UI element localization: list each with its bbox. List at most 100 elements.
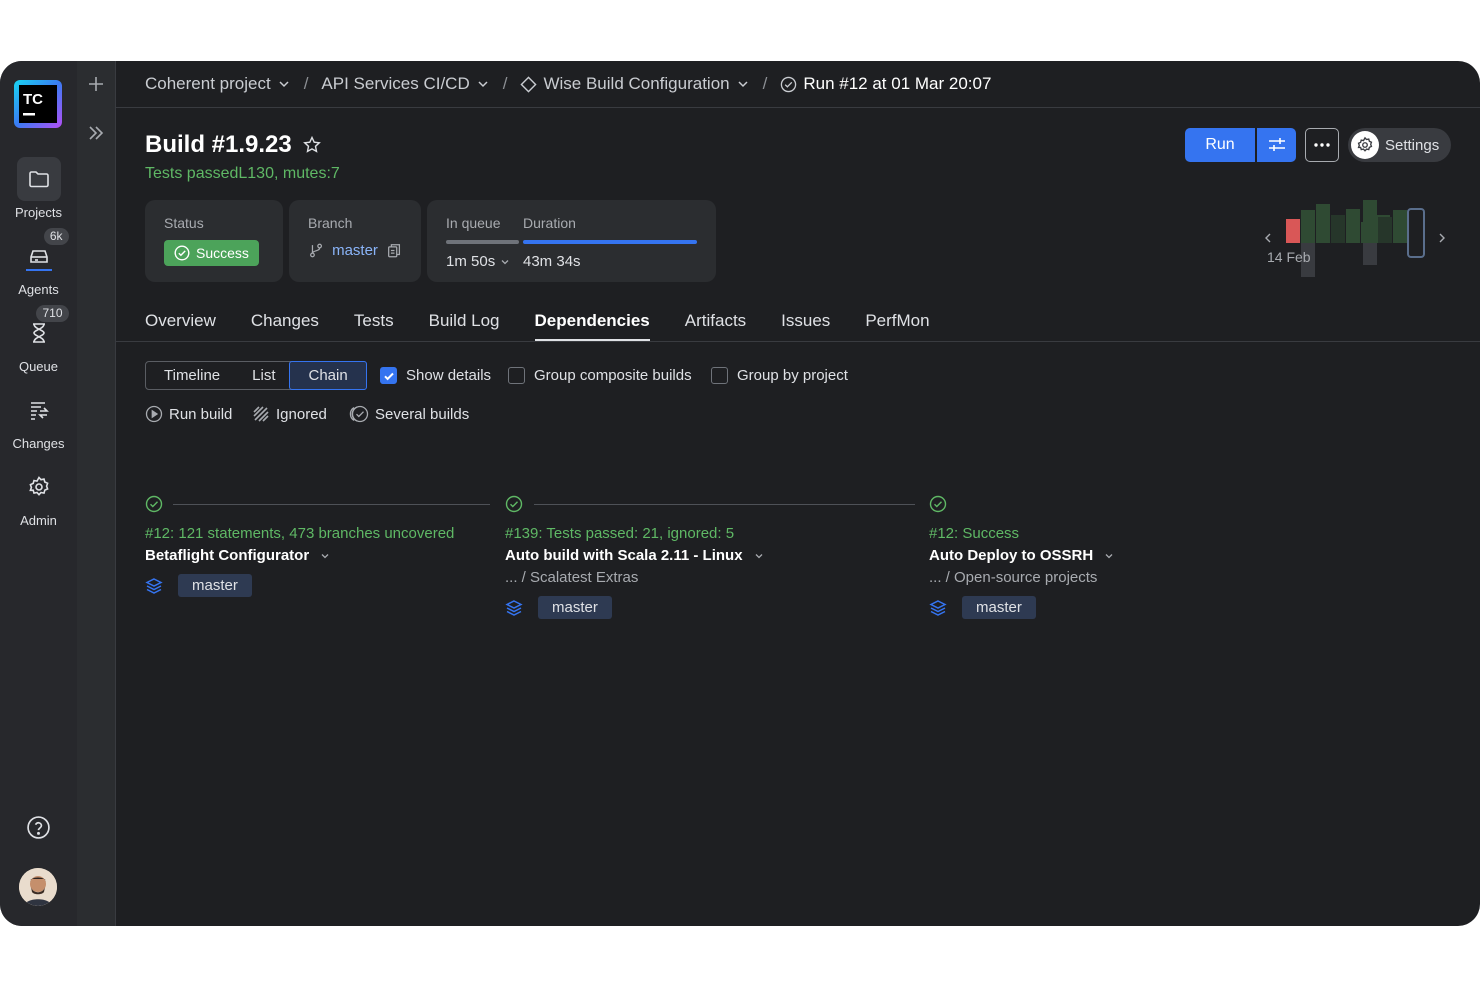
branch-icon xyxy=(310,243,323,258)
agents-badge: 6k xyxy=(43,228,69,245)
history-bar-current[interactable] xyxy=(1407,208,1425,258)
help-icon[interactable] xyxy=(26,815,51,845)
branch-chip[interactable]: master xyxy=(178,574,252,597)
layers-icon xyxy=(929,599,947,616)
build-summary[interactable]: Tests passedL130, mutes:7 xyxy=(145,165,340,183)
next-arrow-icon[interactable] xyxy=(1439,233,1445,243)
history-bar[interactable] xyxy=(1378,217,1392,243)
tab-overview[interactable]: Overview xyxy=(145,311,216,341)
run-options-button[interactable] xyxy=(1257,128,1296,162)
branch-chip[interactable]: master xyxy=(538,596,612,619)
chain-branch: master xyxy=(929,596,1036,619)
tab-dependencies[interactable]: Dependencies xyxy=(534,311,650,341)
history-date: 14 Feb xyxy=(1267,249,1311,265)
check-circle-icon xyxy=(174,245,190,261)
tab-issues[interactable]: Issues xyxy=(781,311,830,341)
expand-icon[interactable] xyxy=(87,124,105,147)
build-name-label: Auto Deploy to OSSRH xyxy=(929,547,1094,564)
chain-result[interactable]: #12: Success xyxy=(929,525,1019,542)
timing-card: In queue 1m 50s Duration 43m 34s xyxy=(427,200,716,282)
branch-chip[interactable]: master xyxy=(962,596,1036,619)
chain-build-name[interactable]: Auto build with Scala 2.11 - Linux xyxy=(505,547,765,564)
legend-label: Ignored xyxy=(276,405,327,423)
plus-icon[interactable] xyxy=(87,75,105,98)
gear-icon xyxy=(17,465,61,509)
chevron-down-icon xyxy=(478,81,488,88)
chain-build-path[interactable]: ... / Scalatest Extras xyxy=(505,569,638,586)
breadcrumb-subproject[interactable]: API Services CI/CD xyxy=(321,74,489,94)
chain-branch: master xyxy=(145,574,252,597)
rail-item-queue[interactable]: 710 Queue xyxy=(0,305,77,374)
chain-result[interactable]: #139: Tests passed: 21, ignored: 5 xyxy=(505,525,734,542)
teamcity-logo[interactable]: TC xyxy=(14,80,62,128)
settings-button[interactable]: Settings xyxy=(1348,128,1451,162)
more-button[interactable] xyxy=(1305,128,1339,162)
user-avatar[interactable] xyxy=(19,868,57,906)
history-bar-queue xyxy=(1363,243,1377,265)
breadcrumb-label: Coherent project xyxy=(145,74,271,93)
page-title: Build #1.9.23 xyxy=(145,131,322,159)
history-bar[interactable] xyxy=(1286,219,1300,243)
prev-arrow-icon[interactable] xyxy=(1265,233,1271,243)
star-icon[interactable] xyxy=(302,135,322,155)
show-details-checkbox[interactable]: Show details xyxy=(380,367,491,384)
queue-value[interactable]: 1m 50s xyxy=(446,253,519,270)
run-button[interactable]: Run xyxy=(1185,128,1255,162)
view-mode-switch: Timeline List Chain xyxy=(145,361,367,390)
mode-timeline[interactable]: Timeline xyxy=(146,362,238,389)
breadcrumb-build-config[interactable]: Wise Build Configuration xyxy=(520,74,749,94)
checkbox-unchecked[interactable] xyxy=(508,367,525,384)
rail-label: Agents xyxy=(18,282,59,297)
folder-icon xyxy=(16,157,61,201)
history-bar[interactable] xyxy=(1316,204,1330,243)
tab-changes[interactable]: Changes xyxy=(251,311,319,341)
check-circle-icon xyxy=(505,495,523,513)
legend-ignored: Ignored xyxy=(252,405,327,423)
rail-item-changes[interactable]: Changes xyxy=(0,388,77,451)
history-bar[interactable] xyxy=(1331,215,1345,243)
chain-build-name[interactable]: Auto Deploy to OSSRH xyxy=(929,547,1115,564)
stacked-check-icon xyxy=(349,405,369,423)
left-rail: TC Projects 6k Agents 710 Queue Changes … xyxy=(0,61,77,926)
breadcrumb-run[interactable]: Run #12 at 01 Mar 20:07 xyxy=(780,74,991,94)
rail-item-agents[interactable]: 6k Agents xyxy=(0,228,77,297)
ellipsis-icon xyxy=(1314,143,1330,147)
branch-value[interactable]: master xyxy=(308,242,402,259)
copy-icon[interactable] xyxy=(386,242,402,259)
gear-icon xyxy=(1351,131,1379,159)
chain-result[interactable]: #12: 121 statements, 473 branches uncove… xyxy=(145,525,454,542)
mode-list[interactable]: List xyxy=(238,362,289,389)
build-name-label: Auto build with Scala 2.11 - Linux xyxy=(505,547,743,564)
diamond-icon xyxy=(520,75,538,93)
breadcrumb-label: Wise Build Configuration xyxy=(543,74,730,93)
app-window: TC Projects 6k Agents 710 Queue Changes … xyxy=(0,61,1480,926)
tab-build-log[interactable]: Build Log xyxy=(429,311,500,341)
checkbox-checked[interactable] xyxy=(380,367,397,384)
build-title: Build #1.9.23 xyxy=(145,131,292,158)
checkbox-unchecked[interactable] xyxy=(711,367,728,384)
branch-label: Branch xyxy=(308,215,353,231)
tabs-divider xyxy=(116,341,1480,342)
check-circle-icon xyxy=(145,495,163,513)
mode-chain[interactable]: Chain xyxy=(289,361,367,390)
history-bar[interactable] xyxy=(1393,210,1407,243)
legend-label: Run build xyxy=(169,405,233,423)
rail-item-admin[interactable]: Admin xyxy=(0,465,77,528)
build-tabs: Overview Changes Tests Build Log Depende… xyxy=(145,311,930,341)
legend-several-builds: Several builds xyxy=(347,405,469,423)
history-bar[interactable] xyxy=(1363,200,1377,243)
tab-tests[interactable]: Tests xyxy=(354,311,394,341)
history-bar[interactable] xyxy=(1346,209,1360,243)
tab-artifacts[interactable]: Artifacts xyxy=(685,311,746,341)
breadcrumb-project[interactable]: Coherent project xyxy=(145,74,291,94)
svg-text:TC: TC xyxy=(23,91,43,108)
rail-item-projects[interactable]: Projects xyxy=(0,157,77,220)
history-bar[interactable] xyxy=(1301,210,1315,243)
group-composite-checkbox[interactable]: Group composite builds xyxy=(508,367,692,384)
tab-perfmon[interactable]: PerfMon xyxy=(865,311,929,341)
check-circle-icon xyxy=(929,495,947,513)
chain-build-name[interactable]: Betaflight Configurator xyxy=(145,547,331,564)
hourglass-icon: 710 xyxy=(17,305,69,355)
chain-build-path[interactable]: ... / Open-source projects xyxy=(929,569,1097,586)
group-project-checkbox[interactable]: Group by project xyxy=(711,367,848,384)
